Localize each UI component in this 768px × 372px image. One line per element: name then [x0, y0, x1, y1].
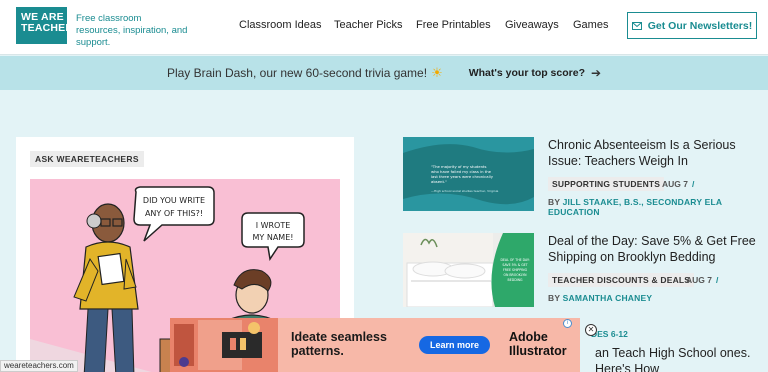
logo-line-2: TEACHERS: [21, 22, 81, 34]
date-slash: /: [691, 179, 695, 189]
article-3-title[interactable]: an Teach High School ones. Here's How: [595, 345, 765, 372]
nav-free-printables[interactable]: Free Printables: [416, 19, 491, 31]
ad-headline-1: Ideate seamless: [291, 330, 387, 344]
thumb-deal-2: SAVE 5% & GET: [502, 263, 527, 267]
absenteeism-graphic: "The majority of my students who have fa…: [403, 137, 534, 211]
brain-dash-banner[interactable]: Play Brain Dash, our new 60-second trivi…: [0, 56, 768, 90]
bedding-graphic: DEAL OF THE DAY: SAVE 5% & GET FREE SHIP…: [403, 233, 534, 308]
site-tagline: Free classroom resources, inspiration, a…: [76, 13, 188, 48]
article-1-author[interactable]: JILL STAAKE, B.S., SECONDARY ELA EDUCATI…: [548, 197, 722, 217]
article-1-thumbnail[interactable]: "The majority of my students who have fa…: [403, 137, 534, 211]
article-1-date-text: AUG 7: [662, 179, 688, 189]
byline-prefix: BY: [548, 197, 561, 207]
article-2-title[interactable]: Deal of the Day: Save 5% & Get Free Ship…: [548, 233, 758, 265]
ad-close-icon[interactable]: ✕: [585, 324, 597, 336]
ad-headline-2: patterns.: [291, 344, 344, 358]
banner-cta[interactable]: What's your top score?: [469, 67, 585, 79]
thumb-deal-3: FREE SHIPPING: [503, 268, 528, 272]
ad-info-icon[interactable]: i: [563, 319, 572, 328]
article-1-date: AUG 7/: [662, 179, 694, 189]
date-slash-2: /: [715, 275, 719, 285]
banner-text: Play Brain Dash, our new 60-second trivi…: [166, 66, 428, 80]
nav-games[interactable]: Games: [573, 19, 608, 31]
thumb-cite: —High school social studies teacher, Vir…: [431, 189, 499, 193]
nav-giveaways[interactable]: Giveaways: [505, 19, 559, 31]
bubble-2-text-2: MY NAME!: [253, 233, 294, 242]
nav-teacher-picks[interactable]: Teacher Picks: [334, 19, 402, 31]
article-2-tag[interactable]: TEACHER DISCOUNTS & DEALS: [548, 273, 695, 287]
ad-brand-1: Adobe: [509, 330, 548, 344]
newsletter-button[interactable]: Get Our Newsletters!: [627, 12, 757, 39]
arrow-right-icon: ➔: [591, 66, 602, 80]
article-2-byline: BY SAMANTHA CHANEY: [548, 293, 652, 303]
ad-pattern-image: [170, 318, 278, 372]
article-1-title[interactable]: Chronic Absenteeism Is a Serious Issue: …: [548, 137, 758, 169]
article-2-date-text: AUG 7: [686, 275, 712, 285]
ad-pattern-graphic: [170, 318, 278, 372]
bubble-1-text: DID YOU WRITE: [143, 196, 205, 205]
status-bar-url: weareteachers.com: [0, 360, 78, 372]
feature-badge[interactable]: ASK WEARETEACHERS: [30, 151, 144, 167]
article-2-date: AUG 7/: [686, 275, 718, 285]
ad-brand-2: Illustrator: [509, 344, 567, 358]
sun-icon: ☀: [431, 65, 443, 80]
article-2-thumbnail[interactable]: DEAL OF THE DAY: SAVE 5% & GET FREE SHIP…: [403, 233, 534, 308]
newsletter-label: Get Our Newsletters!: [647, 19, 753, 32]
nav-classroom-ideas[interactable]: Classroom Ideas: [239, 19, 322, 31]
article-1-tag[interactable]: SUPPORTING STUDENTS: [548, 177, 665, 191]
bubble-1-text-2: ANY OF THIS?!: [145, 209, 203, 218]
ad-headline: Ideate seamless patterns.: [291, 330, 387, 358]
thumb-deal-1: DEAL OF THE DAY:: [500, 258, 529, 262]
byline-prefix-2: BY: [548, 293, 561, 303]
article-2-author[interactable]: SAMANTHA CHANEY: [563, 293, 653, 303]
thumb-quote-4: absent.": [431, 179, 447, 184]
ad-brand: Adobe Illustrator: [509, 330, 567, 358]
site-logo[interactable]: WE ARE TEACHERS: [16, 7, 81, 44]
bubble-2-text: I WROTE: [256, 221, 291, 230]
site-header: WE ARE TEACHERS Free classroom resources…: [0, 0, 768, 55]
ad-learn-more-button[interactable]: Learn more: [419, 336, 491, 354]
adobe-ad-banner[interactable]: Ideate seamless patterns. Learn more Ado…: [170, 318, 580, 372]
thumb-deal-5: BEDDING: [508, 278, 523, 282]
thumb-deal-4: ON BROOKLYN: [503, 273, 527, 277]
article-1-byline: BY JILL STAAKE, B.S., SECONDARY ELA EDUC…: [548, 197, 768, 217]
mail-icon: [631, 21, 642, 30]
